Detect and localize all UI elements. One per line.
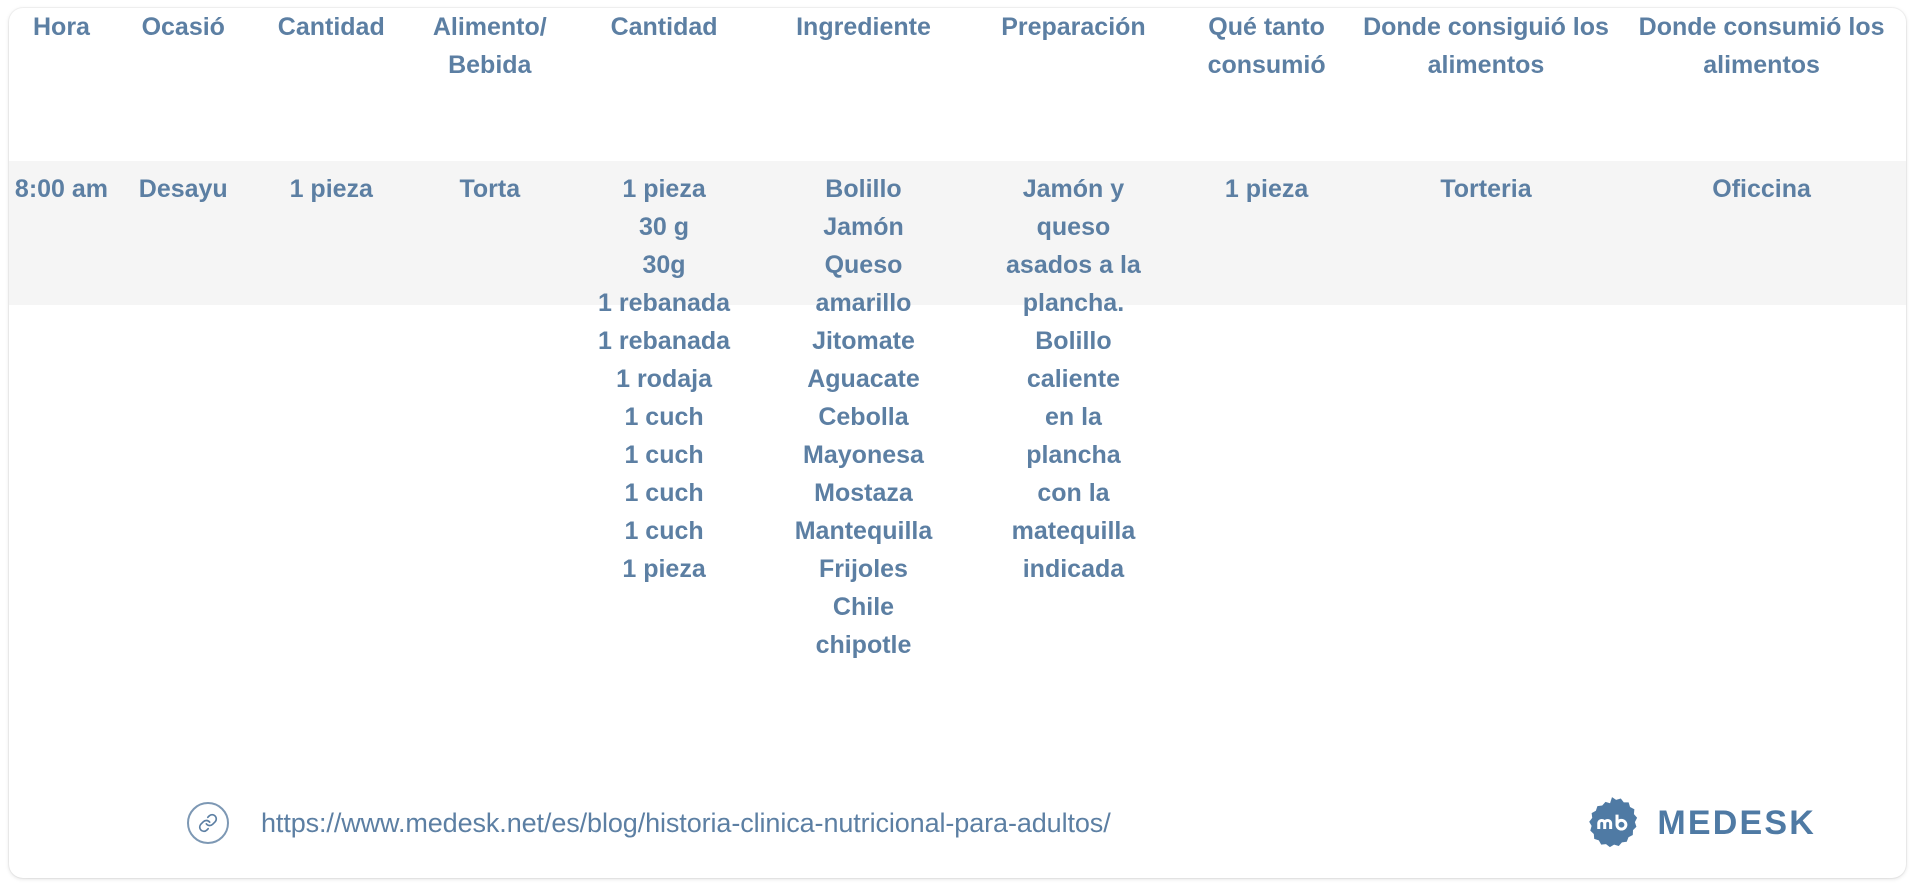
cell-cantidad-1-text: 1 pieza — [289, 175, 373, 203]
cell-donde-consumio-text: Oficcina — [1712, 175, 1811, 203]
cell-line: 1 rebanada — [598, 289, 731, 317]
cell-donde-consiguio-text: Torteria — [1440, 175, 1532, 203]
column-header-hora: Hora — [33, 13, 90, 41]
cell-line: Queso — [824, 251, 903, 279]
column-header-ocasion: Ocasió — [141, 13, 225, 41]
column-header-preparacion: Preparación — [1001, 13, 1146, 41]
column-header-que-tanto-consumio: Qué tanto consumió — [1207, 13, 1326, 79]
column-header-donde-consumio: Donde consumió los alimentos — [1638, 13, 1885, 79]
cell-line: 30 g — [639, 213, 690, 241]
cell-line: 1 cuch — [624, 403, 704, 431]
cell-line: Mostaza — [814, 479, 913, 507]
cell-line: amarillo — [815, 289, 912, 317]
cell-line: Jamón — [823, 213, 904, 241]
cell-line: Aguacate — [807, 365, 920, 393]
cell-line: plancha. — [1022, 289, 1125, 317]
cell-alimento-bebida: Torta — [410, 158, 570, 688]
cell-line: en la — [1044, 403, 1102, 431]
cell-line: 1 pieza — [622, 175, 706, 203]
column-header-donde-consiguio: Donde consiguió los alimentos — [1363, 13, 1609, 79]
cell-ingrediente: Bolillo Jamón Queso amarillo Jitomate Aguacat… — [759, 158, 969, 688]
cell-line: asados a la — [1006, 251, 1141, 279]
column-header-cantidad-1: Cantidad — [277, 13, 385, 41]
cell-cantidad-2: 1 pieza 30 g 30g 1 rebanada 1 rebanada 1 roda… — [570, 158, 759, 688]
cell-donde-consumio: Oficcina — [1617, 158, 1906, 688]
cell-line: 1 cuch — [624, 441, 704, 469]
source-url-link[interactable]: https://www.medesk.net/es/blog/historia-… — [187, 802, 1111, 844]
cell-line: indicada — [1022, 555, 1125, 583]
cell-line: Jamón y — [1022, 175, 1125, 203]
cell-hora-text: 8:00 am — [14, 175, 109, 203]
cell-que-tanto-consumio: 1 pieza — [1178, 158, 1354, 688]
cell-line: 1 pieza — [622, 555, 706, 583]
column-header-ingrediente: Ingrediente — [796, 13, 931, 41]
table-body: 8:00 am Desayu 1 pieza Torta 1 pieza 30 g… — [9, 158, 1906, 688]
cell-line: queso — [1036, 213, 1111, 241]
cell-alimento-bebida-text: Torta — [459, 175, 521, 203]
cell-line: Mantequilla — [794, 517, 933, 545]
cell-ocasion-text: Desayu — [138, 175, 228, 203]
cell-preparacion: Jamón y queso asados a la plancha. Bolillo ca… — [968, 158, 1178, 688]
cell-donde-consiguio: Torteria — [1355, 158, 1617, 688]
column-header-alimento-bebida: Alimento/ Bebida — [432, 13, 547, 79]
cell-line: chipotle — [815, 631, 912, 659]
cell-cantidad-1: 1 pieza — [253, 158, 410, 688]
cell-line: Chile — [832, 593, 895, 621]
table-card: Hora Ocasió Cantidad Alimento/ Bebida Ca… — [9, 8, 1906, 878]
nutrition-table-wrapper: Hora Ocasió Cantidad Alimento/ Bebida Ca… — [9, 8, 1906, 688]
cell-que-tanto-consumio-text: 1 pieza — [1224, 175, 1309, 203]
medesk-brand-name: MEDESK — [1657, 803, 1816, 842]
cell-line: Jitomate — [812, 327, 915, 355]
medesk-logo-icon — [1585, 796, 1639, 850]
cell-line: Bolillo — [1035, 327, 1112, 355]
cell-ocasion: Desayu — [114, 158, 253, 688]
cell-line: con la — [1037, 479, 1110, 507]
cell-line: 1 cuch — [624, 479, 704, 507]
cell-line: 30g — [642, 251, 686, 279]
cell-line: matequilla — [1011, 517, 1136, 545]
cell-line: Bolillo — [825, 175, 902, 203]
cell-line: Mayonesa — [803, 441, 924, 469]
table-row: 8:00 am Desayu 1 pieza Torta 1 pieza 30 g… — [9, 158, 1906, 688]
card-footer: https://www.medesk.net/es/blog/historia-… — [9, 768, 1906, 878]
header-row: Hora Ocasió Cantidad Alimento/ Bebida Ca… — [9, 8, 1906, 158]
link-icon — [187, 802, 229, 844]
source-url-text: https://www.medesk.net/es/blog/historia-… — [261, 807, 1111, 838]
cell-line: Frijoles — [819, 555, 908, 583]
cell-line: Cebolla — [818, 403, 909, 431]
cell-line: 1 rodaja — [616, 365, 712, 393]
cell-line: 1 rebanada — [598, 327, 731, 355]
cell-line: 1 cuch — [624, 517, 704, 545]
cell-hora: 8:00 am — [9, 158, 114, 688]
nutrition-table: Hora Ocasió Cantidad Alimento/ Bebida Ca… — [9, 8, 1906, 688]
medesk-brand: MEDESK — [1585, 796, 1816, 850]
column-header-cantidad-2: Cantidad — [610, 13, 718, 41]
cell-line: plancha — [1026, 441, 1121, 469]
cell-line: caliente — [1026, 365, 1120, 393]
table-header: Hora Ocasió Cantidad Alimento/ Bebida Ca… — [9, 8, 1906, 158]
